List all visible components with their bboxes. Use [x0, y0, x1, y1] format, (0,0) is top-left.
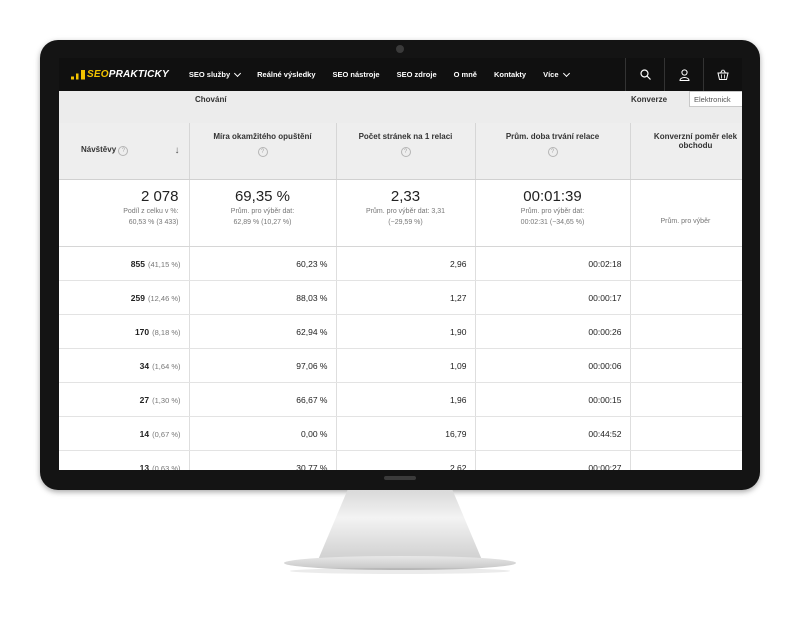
duration-cell: 00:02:18 [475, 246, 631, 281]
table-row[interactable]: 13 (0,63 %) 30,77 % 2,62 00:00:27 [59, 450, 742, 470]
bounce-cell: 0,00 % [189, 416, 337, 451]
table-row[interactable]: 170 (8,18 %) 62,94 % 1,90 00:00:26 [59, 314, 742, 349]
analytics-table: Návštěvy ? ↓ Míra okamžitého opuštění ? … [59, 123, 742, 470]
help-icon[interactable]: ? [257, 147, 268, 157]
conversion-cell [630, 314, 742, 349]
duration-cell: 00:00:27 [475, 450, 631, 470]
duration-cell: 00:44:52 [475, 416, 631, 451]
nav-item-6[interactable]: Více [543, 69, 570, 79]
bounce-cell: 88,03 % [189, 280, 337, 315]
cart-button[interactable] [703, 58, 742, 91]
total-duration-cell: 00:01:39 Prům. pro výběr dat: 00:02:31 (… [475, 179, 631, 247]
totals-row: 2 078 Podíl z celku v %: 60,53 % (3 433)… [59, 179, 742, 247]
bounce-cell: 60,23 % [189, 246, 337, 281]
monitor-logo-mark [384, 476, 416, 480]
pages-cell: 2,96 [336, 246, 476, 281]
table-row[interactable]: 27 (1,30 %) 66,67 % 1,96 00:00:15 [59, 382, 742, 417]
conversion-cell [630, 416, 742, 451]
nav-item-2[interactable]: SEO nástroje [333, 70, 380, 79]
chevron-down-icon [234, 69, 242, 77]
table-row[interactable]: 14 (0,67 %) 0,00 % 16,79 00:44:52 [59, 416, 742, 451]
table-row[interactable]: 259 (12,46 %) 88,03 % 1,27 00:00:17 [59, 280, 742, 315]
nav-item-5[interactable]: Kontakty [494, 70, 526, 79]
total-pages-cell: 2,33 Prům. pro výběr dat: 3,31 (−29,59 %… [336, 179, 476, 247]
conversion-cell [630, 348, 742, 383]
nav-item-0[interactable]: SEO služby [189, 69, 242, 79]
column-group-row: Chování Konverze Elektronick [59, 91, 742, 124]
pages-cell: 1,27 [336, 280, 476, 315]
table-row[interactable]: 34 (1,64 %) 97,06 % 1,09 00:00:06 [59, 348, 742, 383]
help-icon[interactable]: ? [118, 146, 129, 156]
logo[interactable]: SEOPRAKTICKY [71, 69, 169, 80]
bounce-cell: 62,94 % [189, 314, 337, 349]
basket-icon [717, 69, 729, 80]
conversion-cell [630, 450, 742, 470]
duration-cell: 00:00:26 [475, 314, 631, 349]
nav-item-1[interactable]: Reálné výsledky [257, 70, 315, 79]
bounce-cell: 97,06 % [189, 348, 337, 383]
pages-cell: 1,96 [336, 382, 476, 417]
col-header-bounce-rate[interactable]: Míra okamžitého opuštění ? [189, 123, 337, 180]
bounce-cell: 66,67 % [189, 382, 337, 417]
monitor-stand [318, 490, 482, 560]
search-icon [639, 69, 651, 80]
pages-cell: 1,09 [336, 348, 476, 383]
conversion-cell [630, 382, 742, 417]
visits-cell: 14 (0,67 %) [59, 416, 190, 451]
duration-cell: 00:00:06 [475, 348, 631, 383]
webcam [396, 45, 404, 53]
group-behavior-label: Chování [195, 95, 227, 104]
table-row[interactable]: 855 (41,15 %) 60,23 % 2,96 00:02:18 [59, 246, 742, 281]
conversion-cell [630, 280, 742, 315]
sort-desc-icon[interactable]: ↓ [175, 145, 180, 156]
top-navbar: SEOPRAKTICKY SEO služby Reálné výsledky SE… [59, 58, 742, 91]
col-header-avg-session-duration[interactable]: Prům. doba trvání relace ? [475, 123, 631, 180]
duration-cell: 00:00:17 [475, 280, 631, 315]
visits-cell: 170 (8,18 %) [59, 314, 190, 349]
conversion-cell [630, 246, 742, 281]
group-conversions-label: Konverze [631, 95, 668, 104]
pages-cell: 1,90 [336, 314, 476, 349]
col-header-pages-per-session[interactable]: Počet stránek na 1 relaci ? [336, 123, 476, 180]
logo-bars-icon [71, 69, 85, 80]
nav-item-3[interactable]: SEO zdroje [397, 70, 437, 79]
col-header-visits[interactable]: Návštěvy ? ↓ [59, 123, 190, 180]
chevron-down-icon [562, 69, 570, 77]
search-button[interactable] [625, 58, 664, 91]
visits-cell: 27 (1,30 %) [59, 382, 190, 417]
visits-cell: 34 (1,64 %) [59, 348, 190, 383]
visits-cell: 855 (41,15 %) [59, 246, 190, 281]
total-conversion-cell: Prům. pro výběr [630, 179, 742, 247]
pages-cell: 16,79 [336, 416, 476, 451]
user-icon [678, 68, 690, 81]
duration-cell: 00:00:15 [475, 382, 631, 417]
visits-cell: 13 (0,63 %) [59, 450, 190, 470]
help-icon[interactable]: ? [400, 147, 411, 157]
account-button[interactable] [664, 58, 703, 91]
total-visits-cell: 2 078 Podíl z celku v %: 60,53 % (3 433) [59, 179, 190, 247]
monitor-base-shadow [290, 568, 510, 574]
conversion-type-select[interactable]: Elektronick [689, 91, 742, 107]
visits-cell: 259 (12,46 %) [59, 280, 190, 315]
screen: SEOPRAKTICKY SEO služby Reálné výsledky SE… [59, 58, 742, 470]
total-bounce-cell: 69,35 % Prům. pro výběr dat: 62,89 % (10… [189, 179, 337, 247]
help-icon[interactable]: ? [547, 147, 558, 157]
logo-text: SEOPRAKTICKY [87, 69, 169, 80]
col-header-ecommerce-conversion[interactable]: Konverzní poměr elek obchodu ? [630, 123, 742, 180]
nav-item-4[interactable]: O mně [454, 70, 477, 79]
bounce-cell: 30,77 % [189, 450, 337, 470]
pages-cell: 2,62 [336, 450, 476, 470]
